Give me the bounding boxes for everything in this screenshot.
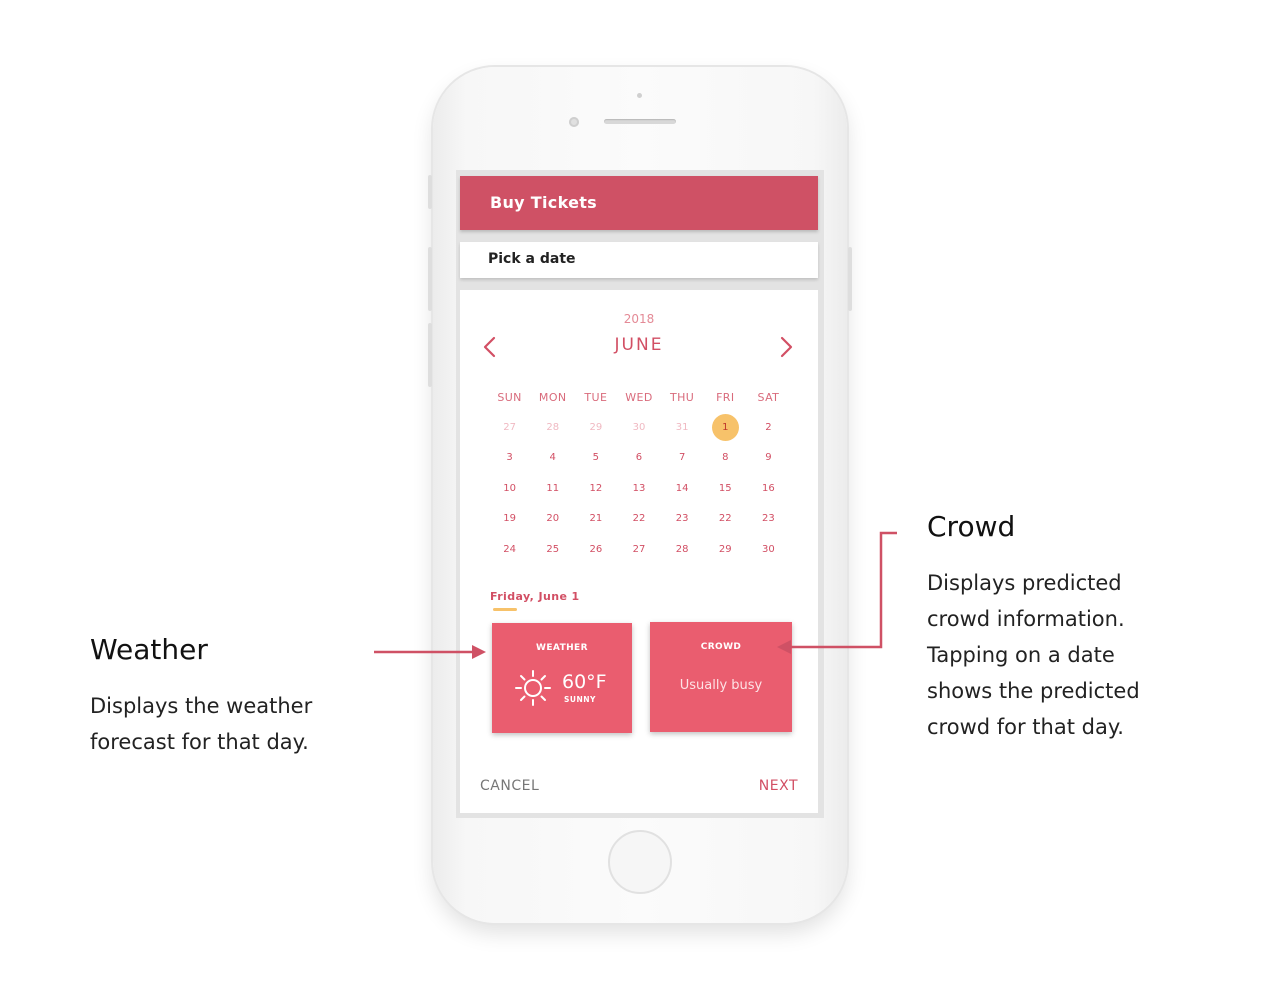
weather-callout-arrow xyxy=(374,645,486,659)
weather-annotation-title: Weather xyxy=(90,633,208,666)
crowd-annotation-body: Displays predicted crowd information. Ta… xyxy=(927,565,1140,745)
annotation-line: Tapping on a date xyxy=(927,643,1115,667)
crowd-annotation-title: Crowd xyxy=(927,510,1016,543)
annotation-line: shows the predicted xyxy=(927,679,1140,703)
annotation-line: crowd information. xyxy=(927,607,1125,631)
annotation-line: Displays predicted xyxy=(927,571,1122,595)
crowd-callout-arrow xyxy=(777,531,897,654)
annotation-line: forecast for that day. xyxy=(90,730,309,754)
annotation-line: crowd for that day. xyxy=(927,715,1124,739)
annotation-line: Displays the weather xyxy=(90,694,313,718)
weather-annotation-body: Displays the weather forecast for that d… xyxy=(90,688,312,760)
annotation-arrows xyxy=(374,531,897,659)
